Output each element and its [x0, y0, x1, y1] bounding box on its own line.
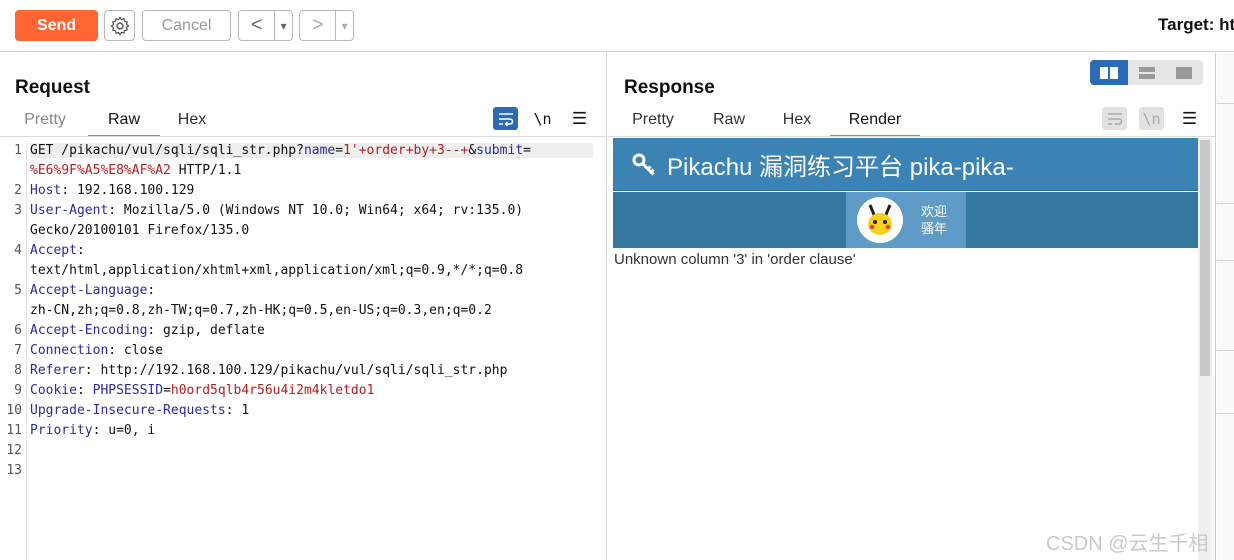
tab-hex[interactable]: Hex	[176, 107, 208, 137]
request-line-cont: %E6%9F%A5%E8%AF%A2 HTTP/1.1	[30, 163, 242, 178]
line-number: 5	[14, 283, 22, 298]
tab-divider	[0, 136, 606, 137]
rows-icon	[1138, 66, 1155, 79]
line-gutter: 1 2 3 4 5 6 7 8 9 10 11 12 13	[0, 141, 27, 560]
layout-stacked-button[interactable]	[1128, 60, 1166, 85]
line-number: 3	[14, 203, 22, 218]
cancel-button[interactable]: Cancel	[142, 10, 231, 41]
target-label: Target: ht	[1158, 15, 1234, 34]
wrap-icon	[1107, 112, 1122, 125]
wrap-lines-button[interactable]	[1102, 107, 1127, 130]
columns-icon	[1099, 66, 1118, 79]
header-priority: Priority: u=0, i	[30, 423, 156, 438]
back-button[interactable]: < ▾	[238, 10, 293, 41]
header-accept-language-cont: zh-CN,zh;q=0.8,zh-TW;q=0.7,zh-HK;q=0.5,e…	[30, 303, 492, 318]
tab-pretty[interactable]: Pretty	[22, 107, 68, 137]
welcome-text: 欢迎 骚年	[921, 204, 948, 236]
newline-toggle-button[interactable]: \n	[530, 107, 555, 130]
response-pane: Response Pretty Raw Hex Render \n ☰ Pika…	[608, 53, 1216, 560]
tab-pretty[interactable]: Pretty	[630, 107, 676, 137]
tab-raw[interactable]: Raw	[88, 107, 160, 137]
chevron-down-icon[interactable]: ▾	[274, 11, 292, 40]
wrap-lines-button[interactable]	[493, 107, 518, 130]
avatar	[857, 197, 903, 243]
key-icon	[632, 153, 655, 176]
line-number: 8	[14, 363, 22, 378]
request-tabs: Pretty Raw Hex	[22, 107, 208, 137]
chevron-left-icon: <	[250, 14, 263, 36]
pikachu-site-title[interactable]: Pikachu 漏洞练习平台 pika-pika-	[667, 147, 1014, 182]
chevron-right-icon: >	[311, 14, 324, 36]
watermark: CSDN @云生千相	[1046, 533, 1209, 555]
header-accept-language: Accept-Language:	[30, 283, 156, 298]
menu-icon[interactable]: ☰	[1177, 107, 1202, 130]
line-number: 9	[14, 383, 22, 398]
toolbar: Send Cancel < ▾ > ▾ Target: ht	[0, 0, 1234, 52]
response-title: Response	[624, 77, 715, 98]
line-number: 13	[6, 463, 22, 478]
header-upgrade-insecure: Upgrade-Insecure-Requests: 1	[30, 403, 250, 418]
response-scrollbar[interactable]	[1198, 138, 1212, 560]
pikachu-avatar-icon	[868, 204, 892, 235]
pikachu-header: Pikachu 漏洞练习平台 pika-pika-	[613, 138, 1198, 191]
line-number: 6	[14, 323, 22, 338]
tab-hex[interactable]: Hex	[781, 107, 813, 137]
request-pane: Request Pretty Raw Hex \n ☰ 1 2 3 4 5 6 …	[0, 53, 607, 560]
line-number: 2	[14, 183, 22, 198]
line-number: 1	[14, 143, 22, 158]
forward-button[interactable]: > ▾	[299, 10, 354, 41]
layout-side-by-side-button[interactable]	[1090, 60, 1128, 85]
layout-tabs-button[interactable]	[1165, 60, 1203, 85]
line-number: 12	[6, 443, 22, 458]
header-cookie: Cookie: PHPSESSID=h0ord5qlb4r56u4i2m4kle…	[30, 383, 375, 398]
header-accept-cont: text/html,application/xhtml+xml,applicat…	[30, 263, 524, 278]
gear-icon	[110, 16, 129, 35]
layout-toggle	[1090, 60, 1203, 85]
single-pane-icon	[1176, 66, 1193, 79]
rendered-response: Pikachu 漏洞练习平台 pika-pika- 欢迎 骚年 Unknown …	[613, 138, 1227, 560]
newline-toggle-button[interactable]: \n	[1139, 107, 1164, 130]
header-accept-encoding: Accept-Encoding: gzip, deflate	[30, 323, 265, 338]
wrap-icon	[498, 112, 513, 126]
settings-button[interactable]	[104, 10, 135, 41]
pikachu-user-bar: 欢迎 骚年	[613, 192, 1198, 248]
line-number: 4	[14, 243, 22, 258]
header-accept: Accept:	[30, 243, 85, 258]
line-number: 7	[14, 343, 22, 358]
line-number: 11	[6, 423, 22, 438]
tab-render[interactable]: Render	[830, 107, 920, 137]
inspector-side-strip	[1217, 53, 1234, 560]
send-button[interactable]: Send	[15, 10, 98, 41]
tab-divider	[608, 136, 1215, 137]
line-number: 10	[6, 403, 22, 418]
header-user-agent-cont: Gecko/20100101 Firefox/135.0	[30, 223, 250, 238]
header-host: Host: 192.168.100.129	[30, 183, 195, 198]
header-referer: Referer: http://192.168.100.129/pikachu/…	[30, 363, 508, 378]
tab-raw[interactable]: Raw	[713, 107, 745, 137]
header-connection: Connection: close	[30, 343, 164, 358]
request-line: GET /pikachu/vul/sqli/sqli_str.php?name=…	[30, 143, 593, 158]
user-menu[interactable]: 欢迎 骚年	[846, 192, 966, 248]
response-tabs: Pretty Raw Hex Render	[630, 107, 920, 137]
header-user-agent: User-Agent: Mozilla/5.0 (Windows NT 10.0…	[30, 203, 524, 218]
menu-icon[interactable]: ☰	[567, 107, 592, 130]
chevron-down-icon[interactable]: ▾	[335, 11, 353, 40]
scrollbar-thumb[interactable]	[1200, 140, 1210, 376]
request-editor[interactable]: 1 2 3 4 5 6 7 8 9 10 11 12 13 GET /pikac…	[0, 141, 606, 560]
sql-error-message: Unknown column '3' in 'order clause'	[614, 251, 856, 268]
request-title: Request	[15, 77, 90, 98]
